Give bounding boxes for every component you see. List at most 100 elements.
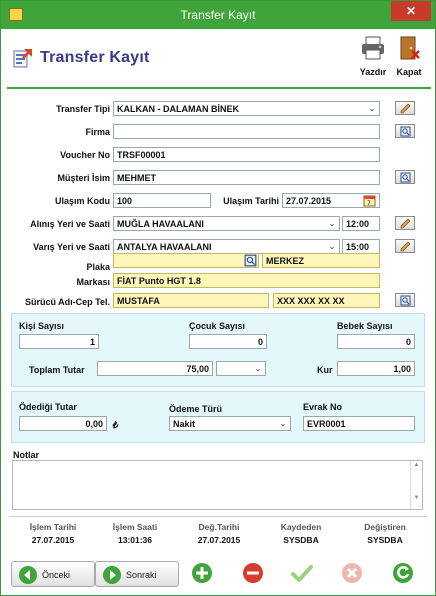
transfer-type-select[interactable]: KALKAN - DALAMAN BİNEK bbox=[113, 101, 380, 116]
exit-door-icon bbox=[400, 36, 420, 60]
pickup-place-select[interactable]: MUĞLA HAVAALANI bbox=[113, 216, 340, 231]
calendar-icon[interactable]: 7 bbox=[363, 194, 376, 207]
pencil-icon bbox=[400, 218, 411, 229]
paid-amount-field[interactable]: 0,00 bbox=[19, 416, 107, 431]
print-label: Yazdır bbox=[359, 67, 387, 77]
arrow-right-icon bbox=[103, 566, 121, 584]
window-title: Transfer Kayıt bbox=[180, 8, 256, 22]
cancel-icon[interactable] bbox=[341, 562, 363, 584]
total-amount-field[interactable]: 75,00 bbox=[97, 361, 213, 376]
process-time-label: İşlem Saati bbox=[112, 522, 158, 532]
customer-lookup-button[interactable] bbox=[395, 170, 415, 184]
modified-date-value: 27.07.2015 bbox=[197, 535, 241, 545]
refresh-icon[interactable] bbox=[392, 562, 414, 584]
driver-lookup-button[interactable] bbox=[395, 293, 415, 307]
paid-amount-label: Ödediği Tutar bbox=[19, 402, 77, 412]
plate-field[interactable] bbox=[113, 253, 259, 268]
child-count-field[interactable]: 0 bbox=[189, 334, 267, 349]
notes-scrollbar[interactable]: ▲ ▼ bbox=[410, 461, 422, 509]
voucher-no-label: Voucher No bbox=[60, 150, 110, 160]
created-by-value: SYSDBA bbox=[283, 535, 319, 545]
search-list-icon bbox=[400, 295, 411, 306]
form-title: Transfer Kayıt bbox=[40, 49, 150, 66]
rate-field[interactable]: 1,00 bbox=[337, 361, 415, 376]
previous-button[interactable]: Önceki bbox=[11, 561, 95, 587]
edit-dropoff-button[interactable] bbox=[395, 239, 415, 253]
pencil-icon bbox=[400, 241, 411, 252]
modified-by-value: SYSDBA bbox=[367, 535, 403, 545]
created-by-label: Kaydeden bbox=[280, 522, 322, 532]
next-button[interactable]: Sonraki bbox=[95, 561, 179, 587]
plate-label: Plaka bbox=[86, 262, 110, 272]
scroll-up-icon[interactable]: ▲ bbox=[411, 462, 422, 468]
modified-date: Değ.Tarihi 27.07.2015 bbox=[177, 522, 261, 545]
process-time-value: 13:01:36 bbox=[117, 535, 153, 545]
chevron-down-icon[interactable]: ⌄ bbox=[327, 240, 337, 253]
payment-type-select[interactable]: Nakit bbox=[169, 416, 291, 431]
transfer-window: Transfer Kayıt ✕ Transfer Kayıt Yazdır K… bbox=[0, 0, 436, 596]
process-date-label: İşlem Tarihi bbox=[29, 522, 77, 532]
infant-count-field[interactable]: 0 bbox=[337, 334, 415, 349]
driver-label: Sürücü Adı-Cep Tel. bbox=[24, 297, 110, 307]
voucher-no-field[interactable]: TRSF00001 bbox=[113, 147, 380, 162]
next-label: Sonraki bbox=[126, 570, 157, 580]
dropoff-place-select[interactable]: ANTALYA HAVAALANI bbox=[113, 239, 340, 254]
driver-name-field[interactable]: MUSTAFA bbox=[113, 293, 269, 308]
edit-pickup-button[interactable] bbox=[395, 216, 415, 230]
modified-by-label: Değiştiren bbox=[364, 522, 406, 532]
transfer-form-icon bbox=[13, 49, 32, 68]
chevron-down-icon[interactable]: ⌄ bbox=[253, 362, 263, 375]
save-checkmark-icon[interactable] bbox=[291, 562, 313, 584]
driver-phone-field[interactable]: XXX XXX XX XX bbox=[273, 293, 380, 308]
document-no-label: Evrak No bbox=[303, 402, 343, 412]
dropoff-label: Varış Yeri ve Saati bbox=[33, 242, 110, 252]
chevron-down-icon[interactable]: ⌄ bbox=[278, 417, 288, 430]
created-by: Kaydeden SYSDBA bbox=[259, 522, 343, 545]
add-record-icon[interactable] bbox=[191, 562, 213, 584]
header-divider bbox=[7, 87, 431, 89]
search-list-icon[interactable] bbox=[244, 254, 257, 267]
chevron-down-icon[interactable]: ⌄ bbox=[327, 217, 337, 230]
payment-type-label: Ödeme Türü bbox=[169, 404, 223, 414]
modified-by: Değiştiren SYSDBA bbox=[343, 522, 427, 545]
scroll-down-icon[interactable]: ▼ bbox=[411, 495, 422, 501]
print-button[interactable]: Yazdır bbox=[356, 35, 390, 79]
company-field[interactable] bbox=[113, 124, 380, 139]
svg-text:7: 7 bbox=[367, 200, 371, 207]
pickup-time-field[interactable]: 12:00 bbox=[342, 216, 380, 231]
title-bar: Transfer Kayıt ✕ bbox=[1, 1, 435, 29]
search-list-icon bbox=[400, 172, 411, 183]
audit-footer: İşlem Tarihi 27.07.2015 İşlem Saati 13:0… bbox=[9, 516, 427, 552]
plate-region-field[interactable]: MERKEZ bbox=[262, 253, 380, 268]
child-count-label: Çocuk Sayısı bbox=[189, 321, 246, 331]
window-close-button[interactable]: ✕ bbox=[391, 1, 431, 21]
chevron-down-icon[interactable]: ⌄ bbox=[367, 102, 377, 115]
lira-symbol: ₺ bbox=[112, 420, 118, 430]
arrow-left-icon bbox=[19, 566, 37, 584]
modified-date-label: Değ.Tarihi bbox=[198, 522, 240, 532]
rate-label: Kur bbox=[317, 365, 333, 375]
close-form-button[interactable]: Kapat bbox=[392, 35, 426, 79]
process-time: İşlem Saati 13:01:36 bbox=[93, 522, 177, 545]
customer-name-label: Müşteri İsim bbox=[57, 173, 110, 183]
process-date-value: 27.07.2015 bbox=[31, 535, 75, 545]
previous-label: Önceki bbox=[42, 570, 71, 580]
form-header: Transfer Kayıt Yazdır Kapat bbox=[2, 29, 434, 87]
brand-label: Markası bbox=[76, 277, 110, 287]
customer-name-field[interactable]: MEHMET bbox=[113, 170, 380, 185]
edit-transfer-type-button[interactable] bbox=[395, 101, 415, 115]
dropoff-time-field[interactable]: 15:00 bbox=[342, 239, 380, 254]
brand-field[interactable]: FİAT Punto HGT 1.8 bbox=[113, 273, 380, 288]
notes-textarea[interactable]: ▲ ▼ bbox=[12, 460, 423, 510]
document-no-field[interactable]: EVR0001 bbox=[303, 416, 415, 431]
adult-count-field[interactable]: 1 bbox=[19, 334, 99, 349]
total-amount-label: Toplam Tutar bbox=[29, 365, 85, 375]
process-date: İşlem Tarihi 27.07.2015 bbox=[11, 522, 95, 545]
transfer-type-label: Transfer Tipi bbox=[56, 104, 110, 114]
printer-icon bbox=[362, 36, 384, 60]
company-lookup-button[interactable] bbox=[395, 124, 415, 138]
transport-code-field[interactable]: 100 bbox=[113, 193, 211, 208]
company-label: Firma bbox=[85, 127, 110, 137]
close-label: Kapat bbox=[396, 67, 422, 77]
delete-record-icon[interactable] bbox=[242, 562, 264, 584]
